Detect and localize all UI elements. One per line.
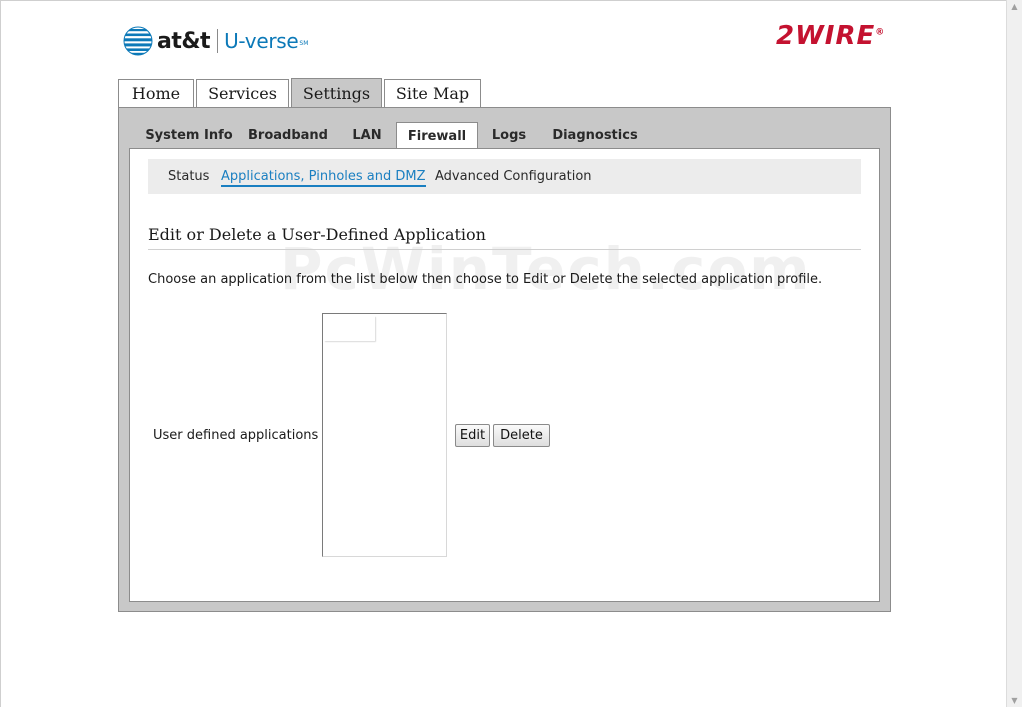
vertical-scrollbar[interactable]: ▲ ▼ bbox=[1006, 0, 1022, 707]
uverse-wordmark: U-verse bbox=[224, 29, 299, 53]
att-uverse-logo: at&t U-verse SM bbox=[123, 25, 308, 57]
user-defined-applications-listbox[interactable] bbox=[322, 313, 447, 557]
subnav-status[interactable]: Status bbox=[168, 169, 209, 184]
subtab-lan[interactable]: LAN bbox=[343, 122, 391, 149]
2wire-wordmark: 2WIRE bbox=[776, 21, 876, 51]
section-divider bbox=[148, 249, 861, 250]
subnav-advanced-configuration[interactable]: Advanced Configuration bbox=[435, 169, 592, 184]
scroll-up-arrow-icon[interactable]: ▲ bbox=[1010, 2, 1019, 11]
delete-button[interactable]: Delete bbox=[493, 424, 550, 447]
tab-settings[interactable]: Settings bbox=[291, 78, 382, 108]
settings-panel: System Info Broadband LAN Firewall Logs … bbox=[118, 107, 891, 612]
logo-divider bbox=[217, 29, 219, 53]
browser-viewport: at&t U-verse SM 2WIRE® Home Services Set… bbox=[0, 0, 1006, 707]
user-defined-applications-label: User defined applications bbox=[153, 428, 319, 443]
att-wordmark: at&t bbox=[157, 28, 211, 54]
tab-services[interactable]: Services bbox=[196, 79, 289, 107]
list-item[interactable] bbox=[324, 316, 375, 341]
subtab-firewall[interactable]: Firewall bbox=[396, 122, 478, 149]
watermark: PcWinTech.com bbox=[280, 235, 812, 303]
scroll-down-arrow-icon[interactable]: ▼ bbox=[1010, 696, 1019, 705]
tab-site-map[interactable]: Site Map bbox=[384, 79, 481, 107]
2wire-logo: 2WIRE® bbox=[776, 21, 885, 51]
subtab-system-info[interactable]: System Info bbox=[133, 122, 245, 149]
subtab-diagnostics[interactable]: Diagnostics bbox=[547, 122, 643, 149]
subnav-applications-pinholes-dmz[interactable]: Applications, Pinholes and DMZ bbox=[221, 169, 426, 187]
uverse-service-mark: SM bbox=[299, 39, 309, 47]
firewall-subnav: Status Applications, Pinholes and DMZ Ad… bbox=[148, 159, 861, 194]
edit-button[interactable]: Edit bbox=[455, 424, 490, 447]
registered-mark-icon: ® bbox=[875, 27, 886, 38]
firewall-content: Status Applications, Pinholes and DMZ Ad… bbox=[129, 148, 880, 602]
instructions-text: Choose an application from the list belo… bbox=[148, 272, 823, 287]
tab-home[interactable]: Home bbox=[118, 79, 194, 107]
att-globe-icon bbox=[123, 26, 153, 56]
subtab-logs[interactable]: Logs bbox=[483, 122, 535, 149]
subtab-broadband[interactable]: Broadband bbox=[245, 122, 331, 149]
section-title: Edit or Delete a User-Defined Applicatio… bbox=[148, 225, 486, 244]
